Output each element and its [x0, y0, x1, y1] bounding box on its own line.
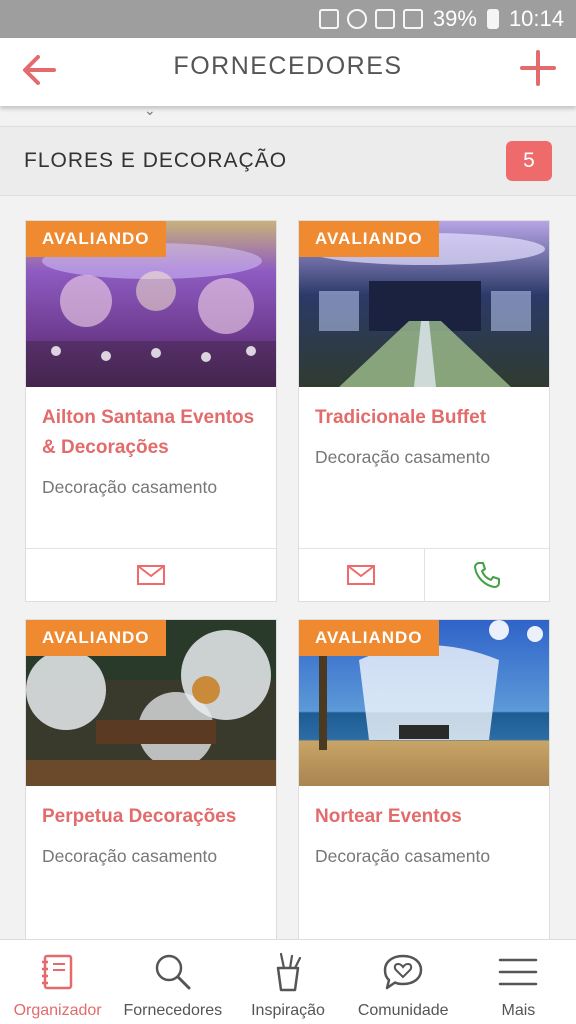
alarm-icon: [346, 9, 367, 29]
status-icons: [318, 9, 423, 29]
section-header: FLORES E DECORAÇÃO 5: [0, 126, 576, 196]
notebook-icon: [41, 954, 72, 990]
battery-percent: 39%: [432, 6, 477, 31]
nav-item-mais[interactable]: Mais: [461, 940, 576, 1024]
vendor-card[interactable]: AVALIANDO Tradicionale Buffet Decoração …: [298, 220, 550, 602]
add-icon[interactable]: [518, 48, 558, 88]
vendor-name[interactable]: Perpetua Decorações: [42, 802, 264, 832]
status-tag: AVALIANDO: [26, 221, 166, 257]
mute-icon: [318, 9, 339, 29]
pencil-cup-icon: [276, 952, 302, 992]
app-bar: FORNECEDORES: [0, 38, 576, 106]
vendor-category: Decoração casamento: [315, 846, 491, 866]
vendor-name[interactable]: Tradicionale Buffet: [315, 403, 537, 433]
heart-chat-icon: [383, 954, 423, 990]
clock: 10:14: [508, 6, 564, 31]
vendor-card[interactable]: AVALIANDO Nortear Eventos Decoração casa…: [298, 619, 550, 959]
card-actions: [26, 548, 276, 601]
search-icon: [155, 954, 191, 990]
wifi-icon: [374, 9, 395, 29]
vendor-category: Decoração casamento: [315, 447, 491, 467]
vendor-name[interactable]: Nortear Eventos: [315, 802, 537, 832]
nav-label: Organizador: [13, 1002, 102, 1019]
email-button[interactable]: [299, 549, 424, 601]
call-button[interactable]: [423, 549, 550, 601]
menu-icon: [499, 958, 538, 986]
nav-label: Inspiração: [251, 1002, 325, 1019]
mail-icon: [137, 565, 165, 585]
vendor-card[interactable]: AVALIANDO Ailton Santana Eventos & Decor…: [25, 220, 277, 602]
vendor-name[interactable]: Ailton Santana Eventos & Decorações: [42, 403, 264, 463]
nav-label: Fornecedores: [123, 1002, 223, 1019]
signal-icon: [402, 9, 423, 29]
nav-item-organizador[interactable]: Organizador: [0, 940, 115, 1024]
chevron-down-icon[interactable]: ⌄: [144, 102, 156, 119]
vendor-card[interactable]: AVALIANDO Perpetua Decorações Decoração …: [25, 619, 277, 959]
count-badge: 5: [506, 141, 552, 181]
card-actions: [299, 548, 549, 601]
phone-icon: [473, 562, 500, 588]
nav-item-comunidade[interactable]: Comunidade: [346, 940, 461, 1024]
status-tag: AVALIANDO: [299, 620, 439, 656]
email-button[interactable]: [26, 549, 276, 601]
page-title: FORNECEDORES: [173, 52, 403, 80]
status-tag: AVALIANDO: [299, 221, 439, 257]
status-tag: AVALIANDO: [26, 620, 166, 656]
section-title: FLORES E DECORAÇÃO: [24, 149, 288, 172]
vendor-category: Decoração casamento: [42, 846, 218, 866]
nav-label: Comunidade: [357, 1002, 449, 1019]
nav-item-inspiracao[interactable]: Inspiração: [230, 940, 345, 1024]
nav-item-fornecedores[interactable]: Fornecedores: [115, 940, 230, 1024]
vendor-category: Decoração casamento: [42, 477, 218, 497]
mail-icon: [347, 565, 376, 585]
bottom-nav: Organizador Fornecedores Inspiração Comu…: [0, 939, 576, 1024]
status-bar: 39% 10:14: [0, 0, 576, 38]
battery-icon: [486, 9, 499, 29]
nav-label: Mais: [501, 1002, 536, 1019]
